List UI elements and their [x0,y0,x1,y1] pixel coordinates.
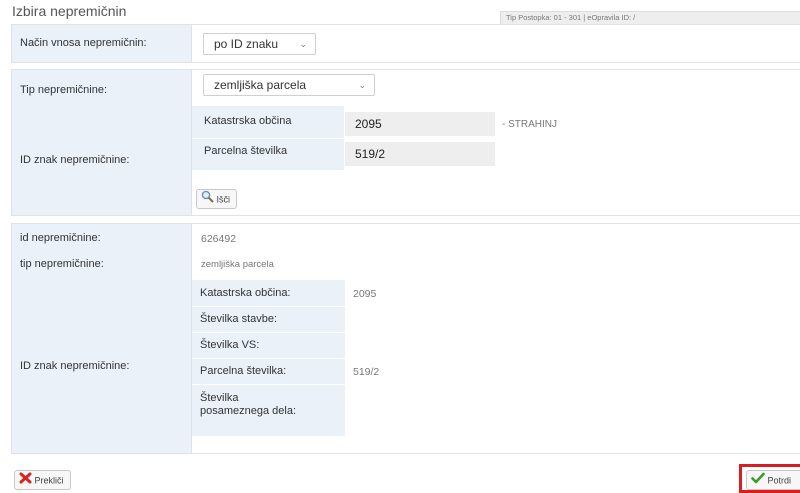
property-type-label: Tip nepremičnine: [20,84,108,96]
result-row-label: Številka VS: [200,339,260,351]
result-row-value: 2095 [353,288,377,300]
entry-method-panel: Način vnosa nepremičnin: po ID znaku ⌄ [11,24,800,63]
title-bar: Izbira nepremičnin Tip Postopka: 01 - 30… [0,0,800,25]
chevron-down-icon: ⌄ [358,80,366,90]
x-icon [19,472,32,490]
ko-name: - STRAHINJ [502,119,557,130]
result-row-value: 519/2 [353,366,380,378]
result-id-value: 626492 [201,233,237,245]
property-type-value: zemljiška parcela [214,78,307,92]
parcel-label: Parcelna številka [204,145,288,157]
result-type-label: tip nepremičnine: [20,258,104,270]
property-type-select[interactable]: zemljiška parcela ⌄ [203,74,375,96]
parcel-input[interactable]: 519/2 [345,142,495,166]
result-type-value: zemljiška parcela [201,259,274,270]
entry-method-select[interactable]: po ID znaku ⌄ [203,33,316,55]
result-row-label: Katastrska občina: [200,287,291,299]
id-znak-label: ID znak nepremičnine: [20,154,130,166]
search-button-label: Išči [216,194,231,205]
magnifier-icon [201,190,214,209]
procedure-info: Tip Postopka: 01 - 301 | eOpravila ID: / [500,11,800,25]
property-type-panel: Tip nepremičnine: zemljiška parcela ⌄ ID… [11,69,800,216]
cancel-button-label: Prekliči [34,475,64,486]
chevron-down-icon: ⌄ [299,39,307,49]
result-id-znak-table: Katastrska občina: Številka stavbe: Štev… [192,280,345,436]
result-row-label: Številka posameznega dela: [200,392,297,417]
ko-input[interactable]: 2095 [345,112,495,136]
result-id-znak-label: ID znak nepremičnine: [20,360,130,372]
page-title: Izbira nepremičnin [12,3,127,19]
ko-label: Katastrska občina [204,115,292,127]
entry-method-value: po ID znaku [214,37,279,51]
confirm-button-label: Potrdi [767,475,792,486]
checkmark-icon [751,472,765,490]
result-row-label: Parcelna številka: [200,365,287,377]
search-button[interactable]: Išči [196,189,238,209]
id-znak-table: Katastrska občina Parcelna številka [192,106,344,170]
result-id-label: id nepremičnine: [20,232,101,244]
result-row-label: Številka stavbe: [200,313,278,325]
entry-method-label: Način vnosa nepremičnin: [20,37,147,49]
result-panel: id nepremičnine: 626492 tip nepremičnine… [11,223,800,454]
confirm-button[interactable]: Potrdi [746,470,800,490]
cancel-button[interactable]: Prekliči [14,470,71,490]
